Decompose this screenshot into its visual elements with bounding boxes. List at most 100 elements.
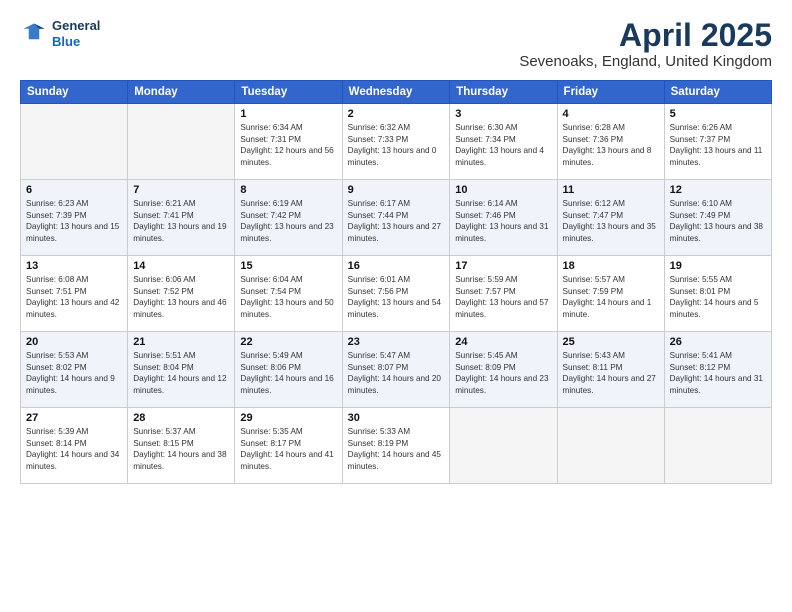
- day-detail: Sunrise: 5:37 AM Sunset: 8:15 PM Dayligh…: [133, 426, 229, 472]
- day-number: 7: [133, 184, 229, 196]
- col-monday: Monday: [128, 81, 235, 104]
- col-friday: Friday: [557, 81, 664, 104]
- table-row: 28 Sunrise: 5:37 AM Sunset: 8:15 PM Dayl…: [128, 408, 235, 484]
- table-row: 21 Sunrise: 5:51 AM Sunset: 8:04 PM Dayl…: [128, 332, 235, 408]
- day-number: 11: [563, 184, 659, 196]
- day-number: 23: [348, 336, 445, 348]
- day-number: 28: [133, 412, 229, 424]
- calendar-title: April 2025: [519, 18, 772, 53]
- day-number: 21: [133, 336, 229, 348]
- day-detail: Sunrise: 5:35 AM Sunset: 8:17 PM Dayligh…: [240, 426, 336, 472]
- day-number: 26: [670, 336, 766, 348]
- table-row: 1 Sunrise: 6:34 AM Sunset: 7:31 PM Dayli…: [235, 104, 342, 180]
- day-detail: Sunrise: 6:21 AM Sunset: 7:41 PM Dayligh…: [133, 198, 229, 244]
- day-detail: Sunrise: 5:51 AM Sunset: 8:04 PM Dayligh…: [133, 350, 229, 396]
- day-number: 14: [133, 260, 229, 272]
- day-detail: Sunrise: 5:53 AM Sunset: 8:02 PM Dayligh…: [26, 350, 122, 396]
- logo-line1: General: [52, 18, 100, 34]
- table-row: 4 Sunrise: 6:28 AM Sunset: 7:36 PM Dayli…: [557, 104, 664, 180]
- day-detail: Sunrise: 5:59 AM Sunset: 7:57 PM Dayligh…: [455, 274, 551, 320]
- day-detail: Sunrise: 6:10 AM Sunset: 7:49 PM Dayligh…: [670, 198, 766, 244]
- day-detail: Sunrise: 6:12 AM Sunset: 7:47 PM Dayligh…: [563, 198, 659, 244]
- day-number: 22: [240, 336, 336, 348]
- day-detail: Sunrise: 6:14 AM Sunset: 7:46 PM Dayligh…: [455, 198, 551, 244]
- table-row: 24 Sunrise: 5:45 AM Sunset: 8:09 PM Dayl…: [450, 332, 557, 408]
- day-number: 29: [240, 412, 336, 424]
- day-number: 5: [670, 108, 766, 120]
- table-row: 20 Sunrise: 5:53 AM Sunset: 8:02 PM Dayl…: [21, 332, 128, 408]
- day-detail: Sunrise: 5:43 AM Sunset: 8:11 PM Dayligh…: [563, 350, 659, 396]
- day-detail: Sunrise: 5:39 AM Sunset: 8:14 PM Dayligh…: [26, 426, 122, 472]
- calendar-subtitle: Sevenoaks, England, United Kingdom: [519, 53, 772, 70]
- logo: General Blue: [20, 18, 100, 49]
- day-detail: Sunrise: 6:19 AM Sunset: 7:42 PM Dayligh…: [240, 198, 336, 244]
- page: General Blue April 2025 Sevenoaks, Engla…: [0, 0, 792, 612]
- title-area: April 2025 Sevenoaks, England, United Ki…: [519, 18, 772, 70]
- table-row: 16 Sunrise: 6:01 AM Sunset: 7:56 PM Dayl…: [342, 256, 450, 332]
- table-row: 2 Sunrise: 6:32 AM Sunset: 7:33 PM Dayli…: [342, 104, 450, 180]
- table-row: 30 Sunrise: 5:33 AM Sunset: 8:19 PM Dayl…: [342, 408, 450, 484]
- day-number: 27: [26, 412, 122, 424]
- table-row: 8 Sunrise: 6:19 AM Sunset: 7:42 PM Dayli…: [235, 180, 342, 256]
- col-sunday: Sunday: [21, 81, 128, 104]
- table-row: [664, 408, 771, 484]
- table-row: 23 Sunrise: 5:47 AM Sunset: 8:07 PM Dayl…: [342, 332, 450, 408]
- day-number: 25: [563, 336, 659, 348]
- day-number: 18: [563, 260, 659, 272]
- day-detail: Sunrise: 6:23 AM Sunset: 7:39 PM Dayligh…: [26, 198, 122, 244]
- table-row: 5 Sunrise: 6:26 AM Sunset: 7:37 PM Dayli…: [664, 104, 771, 180]
- col-wednesday: Wednesday: [342, 81, 450, 104]
- table-row: 14 Sunrise: 6:06 AM Sunset: 7:52 PM Dayl…: [128, 256, 235, 332]
- day-detail: Sunrise: 5:33 AM Sunset: 8:19 PM Dayligh…: [348, 426, 445, 472]
- table-row: 26 Sunrise: 5:41 AM Sunset: 8:12 PM Dayl…: [664, 332, 771, 408]
- logo-text: General Blue: [52, 18, 100, 49]
- day-detail: Sunrise: 5:41 AM Sunset: 8:12 PM Dayligh…: [670, 350, 766, 396]
- table-row: 9 Sunrise: 6:17 AM Sunset: 7:44 PM Dayli…: [342, 180, 450, 256]
- day-detail: Sunrise: 6:26 AM Sunset: 7:37 PM Dayligh…: [670, 122, 766, 168]
- col-tuesday: Tuesday: [235, 81, 342, 104]
- header-row: Sunday Monday Tuesday Wednesday Thursday…: [21, 81, 772, 104]
- day-number: 17: [455, 260, 551, 272]
- day-detail: Sunrise: 6:28 AM Sunset: 7:36 PM Dayligh…: [563, 122, 659, 168]
- table-row: [128, 104, 235, 180]
- day-number: 3: [455, 108, 551, 120]
- day-number: 19: [670, 260, 766, 272]
- day-number: 15: [240, 260, 336, 272]
- table-row: 29 Sunrise: 5:35 AM Sunset: 8:17 PM Dayl…: [235, 408, 342, 484]
- table-row: [450, 408, 557, 484]
- day-detail: Sunrise: 6:08 AM Sunset: 7:51 PM Dayligh…: [26, 274, 122, 320]
- table-row: [557, 408, 664, 484]
- day-number: 13: [26, 260, 122, 272]
- table-row: 11 Sunrise: 6:12 AM Sunset: 7:47 PM Dayl…: [557, 180, 664, 256]
- header: General Blue April 2025 Sevenoaks, Engla…: [20, 18, 772, 70]
- table-row: 18 Sunrise: 5:57 AM Sunset: 7:59 PM Dayl…: [557, 256, 664, 332]
- day-number: 24: [455, 336, 551, 348]
- day-detail: Sunrise: 6:01 AM Sunset: 7:56 PM Dayligh…: [348, 274, 445, 320]
- day-detail: Sunrise: 5:57 AM Sunset: 7:59 PM Dayligh…: [563, 274, 659, 320]
- day-detail: Sunrise: 5:55 AM Sunset: 8:01 PM Dayligh…: [670, 274, 766, 320]
- calendar-table: Sunday Monday Tuesday Wednesday Thursday…: [20, 80, 772, 484]
- table-row: 7 Sunrise: 6:21 AM Sunset: 7:41 PM Dayli…: [128, 180, 235, 256]
- day-number: 6: [26, 184, 122, 196]
- col-saturday: Saturday: [664, 81, 771, 104]
- day-number: 10: [455, 184, 551, 196]
- table-row: 15 Sunrise: 6:04 AM Sunset: 7:54 PM Dayl…: [235, 256, 342, 332]
- table-row: 19 Sunrise: 5:55 AM Sunset: 8:01 PM Dayl…: [664, 256, 771, 332]
- day-detail: Sunrise: 5:47 AM Sunset: 8:07 PM Dayligh…: [348, 350, 445, 396]
- table-row: 27 Sunrise: 5:39 AM Sunset: 8:14 PM Dayl…: [21, 408, 128, 484]
- day-number: 12: [670, 184, 766, 196]
- day-detail: Sunrise: 6:34 AM Sunset: 7:31 PM Dayligh…: [240, 122, 336, 168]
- table-row: 22 Sunrise: 5:49 AM Sunset: 8:06 PM Dayl…: [235, 332, 342, 408]
- col-thursday: Thursday: [450, 81, 557, 104]
- day-number: 1: [240, 108, 336, 120]
- day-detail: Sunrise: 6:17 AM Sunset: 7:44 PM Dayligh…: [348, 198, 445, 244]
- day-detail: Sunrise: 6:30 AM Sunset: 7:34 PM Dayligh…: [455, 122, 551, 168]
- logo-icon: [20, 20, 48, 48]
- day-number: 9: [348, 184, 445, 196]
- day-number: 4: [563, 108, 659, 120]
- day-number: 16: [348, 260, 445, 272]
- table-row: 12 Sunrise: 6:10 AM Sunset: 7:49 PM Dayl…: [664, 180, 771, 256]
- table-row: 25 Sunrise: 5:43 AM Sunset: 8:11 PM Dayl…: [557, 332, 664, 408]
- day-number: 20: [26, 336, 122, 348]
- table-row: 6 Sunrise: 6:23 AM Sunset: 7:39 PM Dayli…: [21, 180, 128, 256]
